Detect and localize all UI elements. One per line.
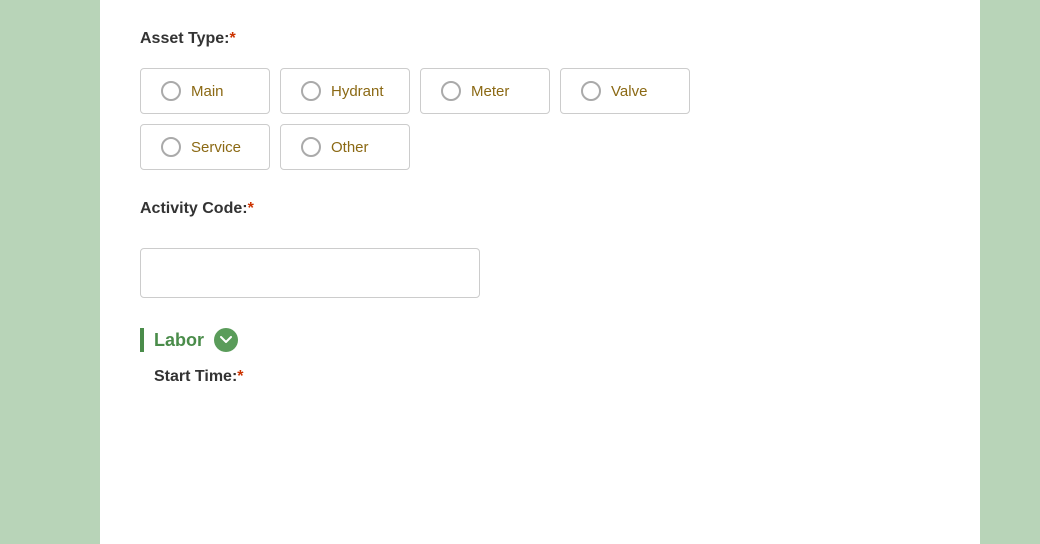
- radio-label-valve: Valve: [611, 83, 647, 100]
- labor-label: Labor: [154, 330, 204, 351]
- radio-circle-main: [161, 81, 181, 101]
- radio-circle-other: [301, 137, 321, 157]
- radio-option-meter[interactable]: Meter: [420, 68, 550, 114]
- radio-label-service: Service: [191, 139, 241, 156]
- labor-section: Labor: [140, 328, 940, 352]
- radio-option-valve[interactable]: Valve: [560, 68, 690, 114]
- radio-option-other[interactable]: Other: [280, 124, 410, 170]
- main-content: Asset Type:* Main Hydrant Meter Valve: [100, 0, 980, 544]
- asset-type-label: Asset Type:*: [140, 30, 940, 48]
- radio-option-service[interactable]: Service: [140, 124, 270, 170]
- radio-label-meter: Meter: [471, 83, 509, 100]
- sidebar-left: [0, 0, 100, 544]
- radio-label-main: Main: [191, 83, 224, 100]
- radio-circle-valve: [581, 81, 601, 101]
- radio-option-main[interactable]: Main: [140, 68, 270, 114]
- radio-circle-service: [161, 137, 181, 157]
- activity-code-label: Activity Code:*: [140, 200, 940, 218]
- radio-circle-meter: [441, 81, 461, 101]
- activity-code-section: Activity Code:*: [140, 200, 940, 298]
- radio-row-2: Service Other: [140, 124, 940, 170]
- activity-code-input[interactable]: [140, 248, 480, 298]
- chevron-down-icon: [220, 336, 232, 344]
- radio-circle-hydrant: [301, 81, 321, 101]
- radio-label-hydrant: Hydrant: [331, 83, 384, 100]
- radio-option-hydrant[interactable]: Hydrant: [280, 68, 410, 114]
- page-wrapper: Asset Type:* Main Hydrant Meter Valve: [0, 0, 1040, 544]
- radio-row-1: Main Hydrant Meter Valve: [140, 68, 940, 114]
- sidebar-right: [980, 0, 1040, 544]
- radio-label-other: Other: [331, 139, 369, 156]
- start-time-section: Start Time:*: [140, 368, 940, 386]
- start-time-label: Start Time:*: [154, 368, 244, 385]
- labor-chevron-button[interactable]: [214, 328, 238, 352]
